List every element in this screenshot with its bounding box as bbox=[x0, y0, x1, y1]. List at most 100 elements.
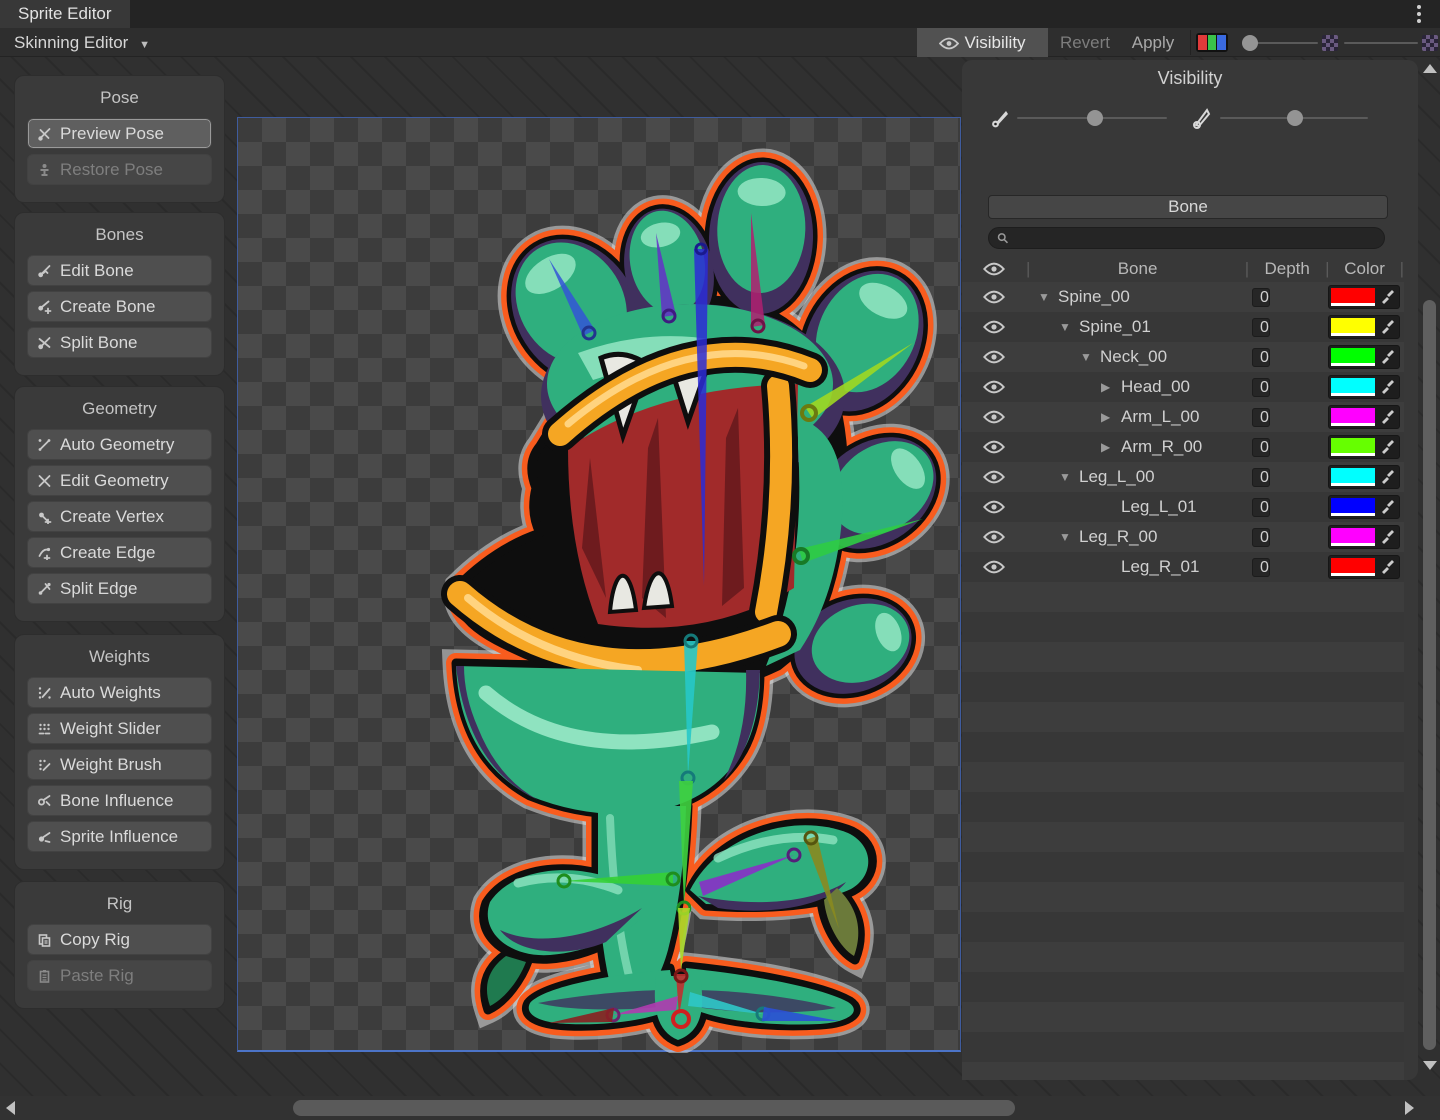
table-row[interactable]: ▶Arm_R_00 0 bbox=[962, 432, 1404, 462]
horizontal-scroll-thumb[interactable] bbox=[293, 1100, 1015, 1116]
depth-field[interactable]: 0 bbox=[1252, 378, 1270, 397]
bone-color-swatch[interactable] bbox=[1331, 468, 1375, 486]
auto-weights-button[interactable]: Auto Weights bbox=[27, 677, 212, 708]
table-row[interactable]: ▶Head_00 0 bbox=[962, 372, 1404, 402]
depth-field[interactable]: 0 bbox=[1252, 288, 1270, 307]
eye-toggle[interactable] bbox=[962, 320, 1026, 334]
eyedropper-icon[interactable] bbox=[1375, 436, 1399, 458]
eyedropper-icon[interactable] bbox=[1375, 406, 1399, 428]
depth-field[interactable]: 0 bbox=[1252, 528, 1270, 547]
bone-color-swatch[interactable] bbox=[1331, 438, 1375, 456]
bone-color-swatch[interactable] bbox=[1331, 318, 1375, 336]
search-input[interactable] bbox=[1015, 230, 1376, 246]
bone-opacity-slider-knob[interactable] bbox=[1087, 110, 1103, 126]
bone-color-swatch[interactable] bbox=[1331, 558, 1375, 576]
table-row[interactable]: ▼Spine_00 0 bbox=[962, 282, 1404, 312]
eyedropper-icon[interactable] bbox=[1375, 496, 1399, 518]
eyedropper-icon[interactable] bbox=[1375, 556, 1399, 578]
depth-field[interactable]: 0 bbox=[1252, 438, 1270, 457]
edit-bone-button[interactable]: Edit Bone bbox=[27, 255, 212, 286]
bone-color-swatch[interactable] bbox=[1331, 498, 1375, 516]
table-row[interactable]: ▼Leg_L_00 0 bbox=[962, 462, 1404, 492]
table-row[interactable]: Leg_R_01 0 bbox=[962, 552, 1404, 582]
bone-color-swatch[interactable] bbox=[1331, 348, 1375, 366]
disclosure-arrow[interactable]: ▼ bbox=[1059, 470, 1079, 484]
disclosure-arrow[interactable]: ▶ bbox=[1101, 380, 1121, 394]
kebab-menu-icon[interactable] bbox=[1412, 3, 1426, 25]
revert-button[interactable]: Revert bbox=[1048, 28, 1122, 57]
table-row[interactable]: ▼Spine_01 0 bbox=[962, 312, 1404, 342]
disclosure-arrow[interactable]: ▼ bbox=[1059, 530, 1079, 544]
scroll-left-arrow[interactable] bbox=[6, 1101, 15, 1115]
bone-color-swatch[interactable] bbox=[1331, 288, 1375, 306]
sprite-canvas[interactable] bbox=[237, 117, 961, 1052]
edit-geometry-button[interactable]: Edit Geometry bbox=[27, 465, 212, 496]
create-vertex-button[interactable]: Create Vertex bbox=[27, 501, 212, 532]
column-depth[interactable]: Depth bbox=[1249, 259, 1325, 279]
disclosure-arrow[interactable]: ▼ bbox=[1080, 350, 1100, 364]
eye-toggle[interactable] bbox=[962, 380, 1026, 394]
depth-field[interactable]: 0 bbox=[1252, 408, 1270, 427]
eye-toggle[interactable] bbox=[962, 470, 1026, 484]
opacity-slider-track[interactable] bbox=[1252, 42, 1318, 44]
skinning-editor-dropdown[interactable]: Skinning Editor ▼ bbox=[6, 28, 158, 57]
disclosure-arrow[interactable]: ▶ bbox=[1101, 410, 1121, 424]
table-row[interactable]: Leg_L_01 0 bbox=[962, 492, 1404, 522]
visibility-toggle-button[interactable]: Visibility bbox=[917, 28, 1048, 57]
table-row[interactable]: ▼Leg_R_00 0 bbox=[962, 522, 1404, 552]
table-row[interactable]: ▶Arm_L_00 0 bbox=[962, 402, 1404, 432]
sprite-color-swatch-button[interactable] bbox=[1196, 33, 1228, 52]
tab-sprite-editor[interactable]: Sprite Editor bbox=[0, 0, 130, 28]
auto-geometry-button[interactable]: Auto Geometry bbox=[27, 429, 212, 460]
eye-toggle[interactable] bbox=[962, 440, 1026, 454]
create-bone-button[interactable]: Create Bone bbox=[27, 291, 212, 322]
eyedropper-icon[interactable] bbox=[1375, 466, 1399, 488]
opacity-slider-knob[interactable] bbox=[1242, 35, 1258, 51]
depth-field[interactable]: 0 bbox=[1252, 558, 1270, 577]
eyedropper-icon[interactable] bbox=[1375, 286, 1399, 308]
weight-slider-button[interactable]: Weight Slider bbox=[27, 713, 212, 744]
column-bone[interactable]: Bone bbox=[1030, 259, 1244, 279]
bone-influence-button[interactable]: Bone Influence bbox=[27, 785, 212, 816]
depth-field[interactable]: 0 bbox=[1252, 498, 1270, 517]
depth-field[interactable]: 0 bbox=[1252, 348, 1270, 367]
tab-bone[interactable]: Bone bbox=[988, 195, 1388, 219]
eye-toggle[interactable] bbox=[962, 530, 1026, 544]
search-box[interactable] bbox=[988, 227, 1385, 249]
sprite-influence-button[interactable]: Sprite Influence bbox=[27, 821, 212, 852]
disclosure-arrow[interactable]: ▼ bbox=[1059, 320, 1079, 334]
apply-button[interactable]: Apply bbox=[1122, 28, 1184, 57]
alpha-slider-track[interactable] bbox=[1344, 42, 1418, 44]
eye-toggle[interactable] bbox=[962, 290, 1026, 304]
split-edge-button[interactable]: Split Edge bbox=[27, 573, 212, 604]
scroll-right-arrow[interactable] bbox=[1405, 1101, 1414, 1115]
eye-toggle[interactable] bbox=[962, 560, 1026, 574]
column-color[interactable]: Color bbox=[1330, 259, 1400, 279]
depth-field[interactable]: 0 bbox=[1252, 468, 1270, 487]
depth-field[interactable]: 0 bbox=[1252, 318, 1270, 337]
eyedropper-icon[interactable] bbox=[1375, 526, 1399, 548]
disclosure-arrow[interactable]: ▼ bbox=[1038, 290, 1058, 304]
restore-pose-button[interactable]: Restore Pose bbox=[27, 154, 212, 185]
bone-color-swatch[interactable] bbox=[1331, 408, 1375, 426]
table-row[interactable]: ▼Neck_00 0 bbox=[962, 342, 1404, 372]
paste-rig-button[interactable]: Paste Rig bbox=[27, 960, 212, 991]
eyedropper-icon[interactable] bbox=[1375, 316, 1399, 338]
copy-rig-button[interactable]: Copy Rig bbox=[27, 924, 212, 955]
eyedropper-icon[interactable] bbox=[1375, 346, 1399, 368]
scroll-up-arrow[interactable] bbox=[1423, 64, 1437, 73]
create-edge-button[interactable]: Create Edge bbox=[27, 537, 212, 568]
vertical-scroll-thumb[interactable] bbox=[1423, 300, 1436, 1050]
mesh-opacity-slider-knob[interactable] bbox=[1287, 110, 1303, 126]
preview-pose-button[interactable]: Preview Pose bbox=[27, 118, 212, 149]
scroll-down-arrow[interactable] bbox=[1423, 1061, 1437, 1070]
eye-toggle[interactable] bbox=[962, 410, 1026, 424]
vertical-scrollbar[interactable] bbox=[1420, 58, 1440, 1098]
eye-toggle[interactable] bbox=[962, 350, 1026, 364]
eye-toggle[interactable] bbox=[962, 500, 1026, 514]
bone-color-swatch[interactable] bbox=[1331, 378, 1375, 396]
disclosure-arrow[interactable]: ▶ bbox=[1101, 440, 1121, 454]
bone-color-swatch[interactable] bbox=[1331, 528, 1375, 546]
horizontal-scrollbar[interactable] bbox=[0, 1096, 1440, 1120]
weight-brush-button[interactable]: Weight Brush bbox=[27, 749, 212, 780]
